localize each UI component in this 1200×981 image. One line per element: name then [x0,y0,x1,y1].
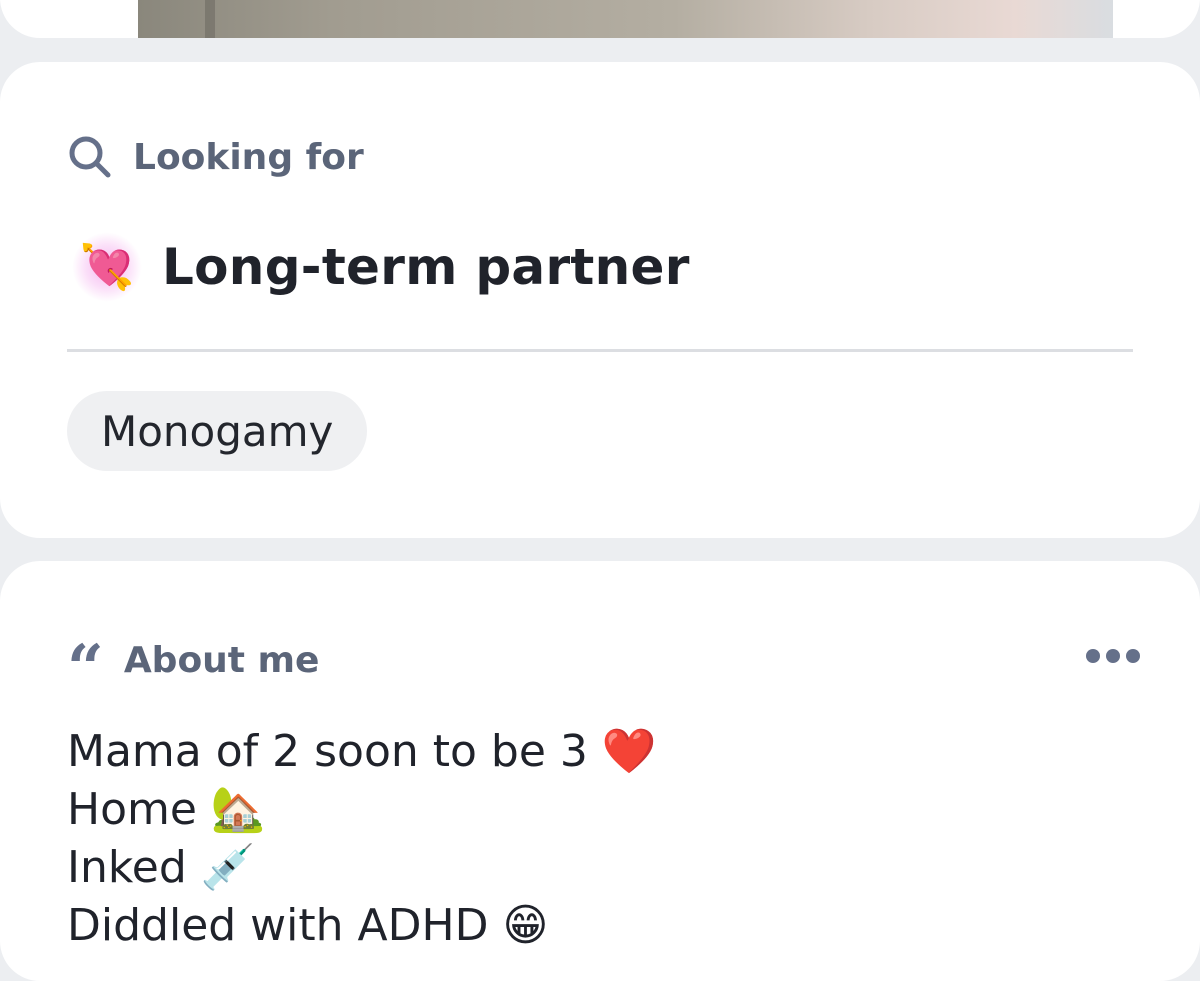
bio-line: Mama of 2 soon to be 3 ❤️ [67,726,657,777]
more-dot [1126,649,1140,663]
bio-line: Inked 💉 [67,842,256,893]
more-options-icon[interactable] [1086,649,1140,663]
about-me-header: “ About me [67,631,320,706]
about-me-bio: Mama of 2 soon to be 3 ❤️ Home 🏡 Inked 💉… [67,723,657,955]
about-me-label: About me [123,639,320,681]
looking-for-card: Looking for 💘 Long-term partner Monogamy [0,62,1200,538]
looking-for-header: Looking for [67,134,364,180]
search-icon [69,136,111,178]
more-dot [1086,649,1100,663]
looking-for-value: Long-term partner [162,238,690,296]
bio-line: Home 🏡 [67,784,266,835]
photo-detail [205,0,215,38]
monogamy-tag: Monogamy [67,391,368,471]
looking-for-value-row: 💘 Long-term partner [72,232,690,302]
quote-icon: “ [67,631,104,706]
profile-photo[interactable] [138,0,1113,38]
bio-line: Diddled with ADHD 😁 [67,900,549,951]
heart-with-arrow-icon: 💘 [72,232,142,302]
about-me-card: “ About me Mama of 2 soon to be 3 ❤️ Hom… [0,561,1200,981]
divider [67,349,1133,352]
more-dot [1106,649,1120,663]
looking-for-label: Looking for [133,136,364,178]
photo-card [0,0,1200,38]
